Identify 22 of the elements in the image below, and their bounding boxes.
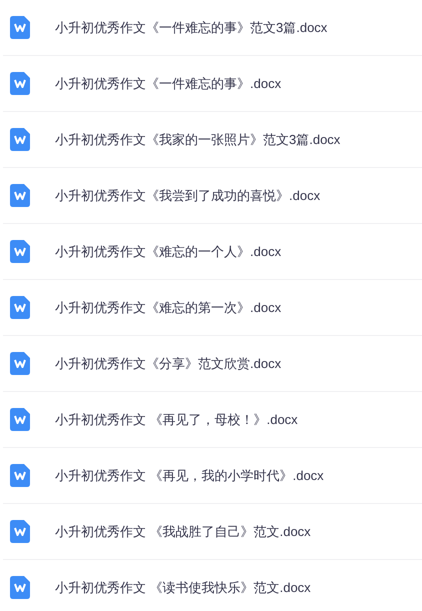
file-name[interactable]: 小升初优秀作文《我家的一张照片》范文3篇.docx (55, 130, 340, 150)
file-name[interactable]: 小升初优秀作文《分享》范文欣赏.docx (55, 354, 282, 374)
word-document-icon (10, 240, 30, 263)
word-document-icon (10, 128, 30, 151)
word-document-icon (10, 520, 30, 543)
file-name[interactable]: 小升初优秀作文 《我战胜了自己》范文.docx (55, 522, 311, 542)
file-name[interactable]: 小升初优秀作文《一件难忘的事》.docx (55, 74, 282, 94)
word-document-icon (10, 72, 30, 95)
word-document-icon (10, 352, 30, 375)
word-document-icon (10, 16, 30, 39)
file-name[interactable]: 小升初优秀作文 《读书使我快乐》范文.docx (55, 578, 311, 598)
word-document-icon (10, 464, 30, 487)
file-name[interactable]: 小升初优秀作文 《再见，我的小学时代》.docx (55, 466, 324, 486)
file-name[interactable]: 小升初优秀作文《我尝到了成功的喜悦》.docx (55, 186, 320, 206)
file-name[interactable]: 小升初优秀作文《难忘的一个人》.docx (55, 242, 282, 262)
file-name[interactable]: 小升初优秀作文 《再见了，母校！》.docx (55, 410, 298, 430)
word-document-icon (10, 408, 30, 431)
word-document-icon (10, 576, 30, 599)
word-document-icon (10, 296, 30, 319)
file-name[interactable]: 小升初优秀作文《难忘的第一次》.docx (55, 298, 282, 318)
file-name[interactable]: 小升初优秀作文《一件难忘的事》范文3篇.docx (55, 18, 328, 38)
word-document-icon (10, 184, 30, 207)
